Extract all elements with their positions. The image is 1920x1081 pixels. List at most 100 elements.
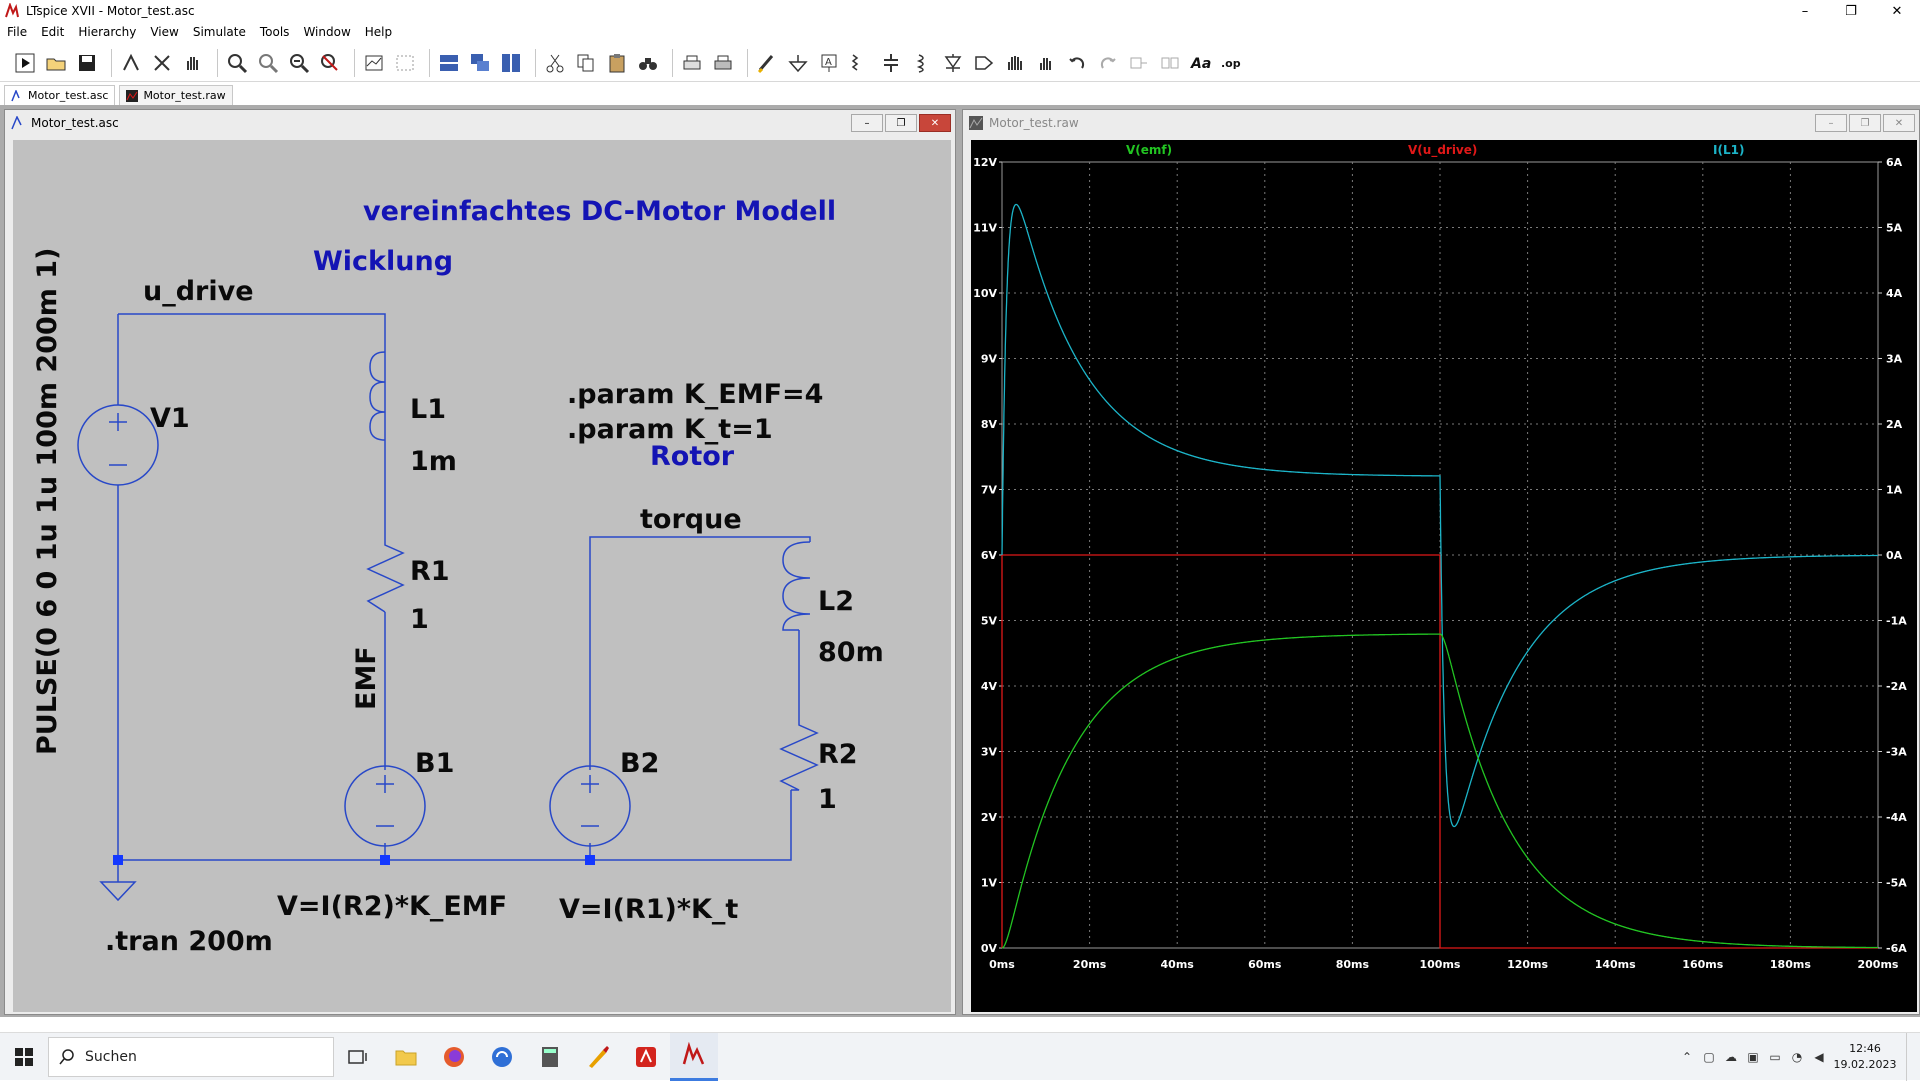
label-l1[interactable]: L1 xyxy=(410,394,446,425)
schematic-restore-button[interactable]: ❐ xyxy=(885,114,917,132)
schematic-canvas[interactable]: vereinfachtes DC-Motor Modell Wicklung R… xyxy=(13,140,951,1012)
menu-help[interactable]: Help xyxy=(358,25,399,39)
value-l2[interactable]: 80m xyxy=(818,637,884,668)
value-r1[interactable]: 1 xyxy=(410,604,429,635)
label-r1[interactable]: R1 xyxy=(410,556,450,587)
pen-app-icon[interactable] xyxy=(574,1033,622,1081)
resistor-r1[interactable] xyxy=(366,535,405,613)
resistor-r2[interactable] xyxy=(779,715,819,791)
section-label-rotor[interactable]: Rotor xyxy=(650,441,735,472)
schematic-close-button[interactable]: ✕ xyxy=(919,114,951,132)
paste-icon[interactable] xyxy=(604,50,630,76)
chevron-up-icon[interactable]: ⌃ xyxy=(1676,1046,1698,1068)
copy-icon[interactable] xyxy=(573,50,599,76)
print-icon[interactable] xyxy=(710,50,736,76)
waveform-plot[interactable]: 0V 1V 2V 3V 4V 5V 6V 7V 8V 9V 10V 11V 12V -6A -5A -4A -3… xyxy=(971,140,1917,1012)
waveform-minimize-button[interactable]: – xyxy=(1815,114,1847,132)
tile-horizontal-icon[interactable] xyxy=(436,50,462,76)
schematic-drawing[interactable]: vereinfachtes DC-Motor Modell Wicklung R… xyxy=(13,140,951,1012)
menu-view[interactable]: View xyxy=(143,25,185,39)
show-desktop-button[interactable] xyxy=(1906,1033,1920,1081)
pan-hand-icon[interactable] xyxy=(180,50,206,76)
autorange-icon[interactable] xyxy=(361,50,387,76)
trace-label-v-u-drive[interactable]: V(u_drive) xyxy=(1408,143,1477,158)
rotate-icon[interactable] xyxy=(1126,50,1152,76)
minimize-button[interactable]: – xyxy=(1782,0,1828,22)
label-r2[interactable]: R2 xyxy=(818,739,858,770)
taskbar-search-box[interactable]: Suchen xyxy=(48,1036,334,1077)
menu-hierarchy[interactable]: Hierarchy xyxy=(71,25,143,39)
zoom-out-icon[interactable] xyxy=(286,50,312,76)
device-icon[interactable]: ▢ xyxy=(1698,1046,1720,1068)
zoom-fit-icon[interactable] xyxy=(317,50,343,76)
capacitor-icon[interactable] xyxy=(878,50,904,76)
label-v1[interactable]: V1 xyxy=(150,403,190,434)
schematic-minimize-button[interactable]: – xyxy=(851,114,883,132)
waveform-plot-svg[interactable]: 0V 1V 2V 3V 4V 5V 6V 7V 8V 9V 10V 11V 12V -6A -5A -4A -3… xyxy=(971,140,1917,1012)
undo-icon[interactable] xyxy=(1064,50,1090,76)
menu-file[interactable]: File xyxy=(0,25,34,39)
expr-b1[interactable]: V=I(R2)*K_EMF xyxy=(277,891,507,922)
menu-tools[interactable]: Tools xyxy=(253,25,297,39)
text-icon[interactable]: Aa xyxy=(1188,50,1214,76)
open-folder-icon[interactable] xyxy=(43,50,69,76)
run-icon[interactable] xyxy=(12,50,38,76)
sync-app-icon[interactable] xyxy=(478,1033,526,1081)
value-r2[interactable]: 1 xyxy=(818,784,837,815)
inductor-l1[interactable] xyxy=(369,351,386,441)
behavioral-source-b1[interactable] xyxy=(344,765,426,847)
pulse-source-value[interactable]: PULSE(0 6 0 1u 1u 100m 200m 1) xyxy=(32,248,63,755)
find-binoculars-icon[interactable] xyxy=(635,50,661,76)
spice-directive-icon[interactable]: .op xyxy=(1219,50,1245,76)
waveform-restore-button[interactable]: ❐ xyxy=(1849,114,1881,132)
speaker-icon[interactable]: ◀ xyxy=(1808,1046,1830,1068)
drag-hand-icon[interactable] xyxy=(1033,50,1059,76)
close-button[interactable]: ✕ xyxy=(1874,0,1920,22)
label-net-icon[interactable]: A xyxy=(816,50,842,76)
menu-edit[interactable]: Edit xyxy=(34,25,71,39)
schematic-window[interactable]: Motor_test.asc – ❐ ✕ vereinfachtes DC-Mo… xyxy=(4,109,956,1015)
zoom-pan-icon[interactable] xyxy=(255,50,281,76)
label-l2[interactable]: L2 xyxy=(818,586,854,617)
maximize-button[interactable]: ❐ xyxy=(1828,0,1874,22)
zoom-in-icon[interactable] xyxy=(224,50,250,76)
redo-icon[interactable] xyxy=(1095,50,1121,76)
control-panel-icon[interactable] xyxy=(118,50,144,76)
section-label-winding[interactable]: Wicklung xyxy=(313,246,453,277)
print-setup-icon[interactable] xyxy=(679,50,705,76)
waveform-window[interactable]: Motor_test.raw – ❐ ✕ 0V 1V 2V 3V 4V 5V 6V 7V 8V 9… xyxy=(962,109,1920,1015)
file-explorer-icon[interactable] xyxy=(382,1033,430,1081)
tile-vertical-icon[interactable] xyxy=(498,50,524,76)
value-l1[interactable]: 1m xyxy=(410,446,457,477)
inductor-l2[interactable] xyxy=(782,541,811,631)
draw-wire-icon[interactable] xyxy=(754,50,780,76)
tab-waveform[interactable]: Motor_test.raw xyxy=(119,85,233,105)
voltage-source-v1[interactable] xyxy=(77,404,159,486)
inductor-icon[interactable] xyxy=(909,50,935,76)
save-icon[interactable] xyxy=(74,50,100,76)
halt-icon[interactable] xyxy=(149,50,175,76)
wifi-icon[interactable]: ◔ xyxy=(1786,1046,1808,1068)
start-button[interactable] xyxy=(0,1033,48,1081)
tran-directive[interactable]: .tran 200m xyxy=(105,926,273,957)
menu-simulate[interactable]: Simulate xyxy=(186,25,253,39)
firefox-icon[interactable] xyxy=(430,1033,478,1081)
schematic-heading[interactable]: vereinfachtes DC-Motor Modell xyxy=(363,196,836,227)
component-icon[interactable] xyxy=(971,50,997,76)
cut-icon[interactable] xyxy=(542,50,568,76)
label-b2[interactable]: B2 xyxy=(620,748,659,779)
security-icon[interactable]: ▣ xyxy=(1742,1046,1764,1068)
expr-b2[interactable]: V=I(R1)*K_t xyxy=(559,894,738,925)
param-k-t[interactable]: .param K_t=1 xyxy=(567,414,773,445)
tab-schematic[interactable]: Motor_test.asc xyxy=(4,85,116,105)
net-label-u-drive[interactable]: u_drive xyxy=(143,276,254,307)
calculator-icon[interactable] xyxy=(526,1033,574,1081)
move-hand-icon[interactable] xyxy=(1002,50,1028,76)
trace-label-i-l1[interactable]: I(L1) xyxy=(1713,143,1744,157)
label-b1[interactable]: B1 xyxy=(415,748,454,779)
ground-icon[interactable] xyxy=(785,50,811,76)
resistor-icon[interactable] xyxy=(847,50,873,76)
delete-traces-icon[interactable] xyxy=(392,50,418,76)
param-k-emf[interactable]: .param K_EMF=4 xyxy=(567,379,823,410)
ltspice-taskbar-icon[interactable] xyxy=(670,1032,718,1081)
